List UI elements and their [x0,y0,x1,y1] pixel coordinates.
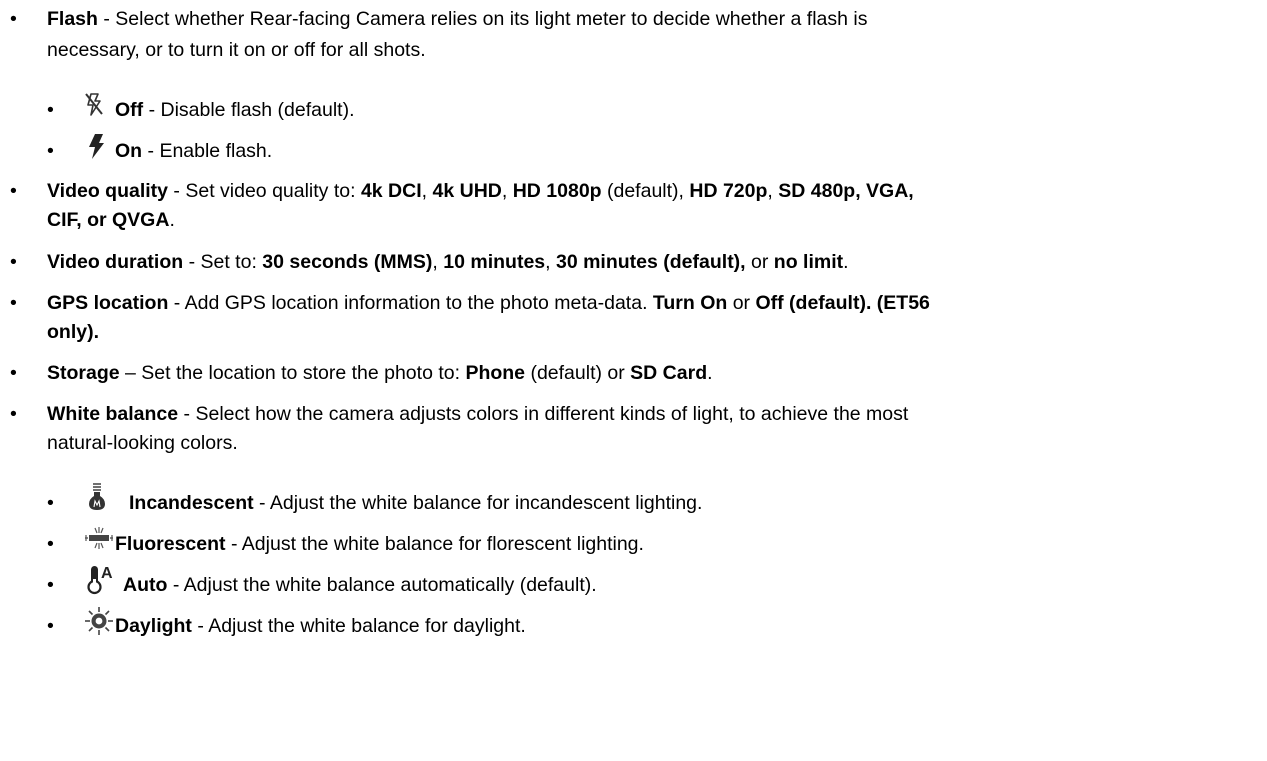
bullet: • [47,533,54,555]
option-hd-1080p: HD 1080p [512,180,602,202]
white-balance-line-1: White balance - Select how the camera ad… [47,399,908,429]
video-quality-line-2: CIF, or QVGA. [47,205,175,235]
comma: , [432,251,444,273]
separator: - [178,403,196,425]
or-text: or [745,251,774,273]
option-phone: Phone [465,362,526,384]
bullet: • [10,8,17,30]
white-balance-line-2: natural-looking colors. [47,432,238,454]
bullet: • [47,492,54,514]
flash-description: Select whether Rear-facing Camera relies… [115,8,868,30]
option-turn-on: Turn On [652,292,728,314]
daylight-text: Daylight - Adjust the white balance for … [115,611,526,641]
comma: , [545,251,556,273]
auto-description: Adjust the white balance automatically (… [183,574,597,596]
option-30-seconds: 30 seconds (MMS) [262,251,433,273]
bullet: • [47,99,54,121]
option-hd-720p: HD 720p [689,180,768,202]
separator: - [225,533,242,555]
white-balance-description: Select how the camera adjusts colors in … [195,403,909,425]
option-4k-uhd: 4k UHD [432,180,502,202]
gps-location-line-2: only). [47,317,99,347]
default-note: (default) or [525,362,631,384]
incandescent-description: Adjust the white balance for incandescen… [269,492,703,514]
document-page: • Flash - Select whether Rear-facing Cam… [0,0,1267,761]
separator: - [253,492,270,514]
option-sd-480p-vga: SD 480p, VGA, [778,180,914,202]
period: . [169,209,175,231]
video-quality-line-1: Video quality - Set video quality to: 4k… [47,176,914,206]
flash-on-term: On [115,140,143,162]
video-quality-lead: Set video quality to: [185,180,361,202]
incandescent-bulb-icon [87,482,107,521]
option-30-minutes: 30 minutes (default), [555,251,746,273]
flash-on-text: On - Enable flash. [115,136,272,166]
or-text: or [727,292,756,314]
flash-off-text: Off - Disable flash (default). [115,95,355,125]
comma: , [501,180,513,202]
bullet: • [10,403,17,425]
gps-location-line-1: GPS location - Add GPS location informat… [47,288,930,318]
period: . [843,251,849,273]
bullet: • [47,615,54,637]
separator: - [143,99,161,121]
gps-location-term: GPS location [47,292,169,314]
separator: - [183,251,201,273]
video-quality-term: Video quality [47,180,168,202]
storage-term: Storage [47,362,120,384]
default-note: (default), [601,180,690,202]
auto-text: Auto - Adjust the white balance automati… [123,570,597,600]
option-10-minutes: 10 minutes [443,251,546,273]
flash-off-term: Off [115,99,144,121]
flash-term: Flash [47,8,98,30]
separator: - [97,8,116,30]
video-duration-line: Video duration - Set to: 30 seconds (MMS… [47,247,849,277]
bullet: • [10,251,17,273]
storage-line: Storage – Set the location to store the … [47,358,713,388]
fluorescent-text: Fluorescent - Adjust the white balance f… [115,529,644,559]
incandescent-term: Incandescent [129,492,254,514]
separator: - [168,292,185,314]
option-off-default: Off (default). (ET56 [755,292,930,314]
option-sd-card: SD Card [630,362,708,384]
separator: - [142,140,160,162]
flash-off-description: Disable flash (default). [160,99,355,121]
svg-text:A: A [101,565,113,582]
white-balance-term: White balance [47,403,179,425]
flash-line-1: Flash - Select whether Rear-facing Camer… [47,4,867,34]
option-no-limit: no limit [773,251,844,273]
daylight-term: Daylight [115,615,192,637]
bullet: • [47,140,54,162]
gps-location-lead: Add GPS location information to the phot… [184,292,653,314]
fluorescent-term: Fluorescent [115,533,226,555]
separator: - [168,180,186,202]
video-duration-lead: Set to: [200,251,263,273]
gps-only-note: only). [47,321,99,343]
flash-on-icon [86,132,106,169]
bullet: • [10,362,17,384]
fluorescent-light-icon [84,526,114,561]
option-cif-qvga: CIF, or QVGA [47,209,170,231]
separator: - [167,574,184,596]
option-4k-dci: 4k DCI [360,180,422,202]
comma: , [421,180,433,202]
period: . [707,362,713,384]
video-duration-term: Video duration [47,251,184,273]
daylight-description: Adjust the white balance for daylight. [208,615,526,637]
comma: , [767,180,779,202]
bullet: • [47,574,54,596]
flash-off-icon [83,91,105,128]
flash-line-2: necessary, or to turn it on or off for a… [47,39,426,61]
daylight-sun-icon [84,606,114,645]
bullet: • [10,292,17,314]
bullet: • [10,180,17,202]
storage-lead: Set the location to store the photo to: [141,362,466,384]
flash-on-description: Enable flash. [159,140,273,162]
auto-white-balance-icon: A [85,563,121,604]
incandescent-text: Incandescent - Adjust the white balance … [129,488,702,518]
fluorescent-description: Adjust the white balance for florescent … [241,533,644,555]
separator: - [191,615,209,637]
separator: – [119,362,142,384]
auto-term: Auto [123,574,168,596]
